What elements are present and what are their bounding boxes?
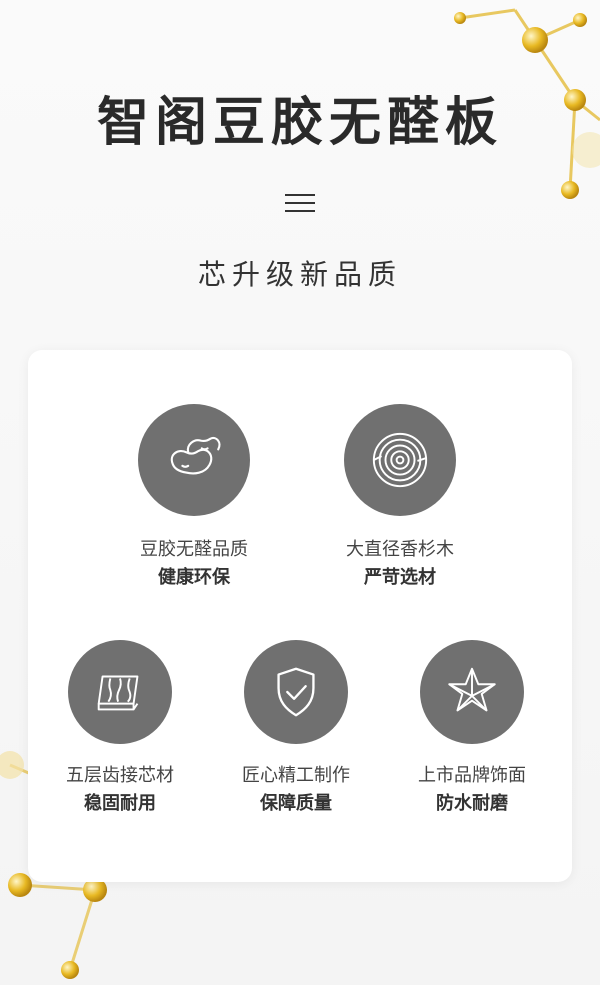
- star-icon: [420, 640, 524, 744]
- feature-sub: 严苛选材: [364, 567, 436, 588]
- bean-icon: [138, 404, 250, 516]
- feature-label: 上市品牌饰面: [418, 765, 526, 786]
- page-subtitle: 芯升级新品质: [197, 258, 402, 291]
- menu-icon: [285, 194, 315, 214]
- feature-label: 大直径香杉木: [346, 539, 454, 560]
- features-card: 豆胶无醛品质 健康环保 大直径香杉木 严苛选材 五层齿接芯材 稳固耐用 匠心精工…: [28, 350, 572, 882]
- feature-label: 豆胶无醛品质: [140, 539, 248, 560]
- shield-check-icon: [244, 640, 348, 744]
- feature-sub: 健康环保: [158, 567, 230, 588]
- feature-label: 五层齿接芯材: [66, 765, 174, 786]
- feature-sub: 保障质量: [260, 793, 332, 814]
- wood-board-icon: [68, 640, 172, 744]
- tree-ring-icon: [344, 404, 456, 516]
- feature-sub: 稳固耐用: [84, 793, 156, 814]
- page-title: 智阁豆胶无醛板: [96, 93, 503, 153]
- feature-sub: 防水耐磨: [436, 793, 508, 814]
- feature-label: 匠心精工制作: [242, 765, 350, 786]
